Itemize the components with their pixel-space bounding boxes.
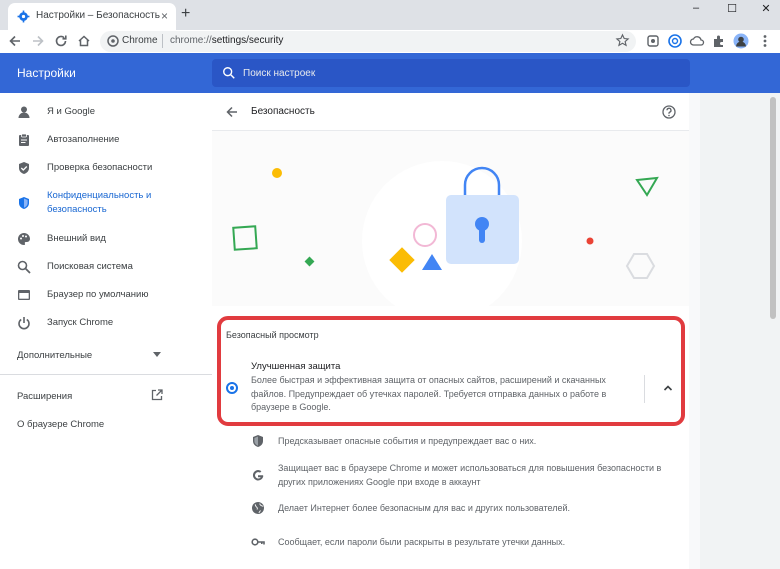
settings-gear-icon <box>17 10 30 23</box>
back-icon[interactable] <box>7 33 23 49</box>
tab-strip: Настройки – Безопасность × + – ☐ ✕ <box>0 0 780 30</box>
settings-header: Настройки <box>0 53 780 93</box>
new-tab-button[interactable]: + <box>181 5 190 23</box>
feature-item: Делает Интернет более безопасным для вас… <box>251 501 681 517</box>
power-icon <box>18 317 30 330</box>
browser-toolbar: Chrome chrome://settings/security <box>0 30 780 53</box>
feature-text: Предсказывает опасные события и предупре… <box>278 436 537 446</box>
shield-icon <box>19 197 29 209</box>
close-window-button[interactable]: ✕ <box>756 2 776 15</box>
tab-title: Настройки – Безопасность <box>36 10 160 21</box>
forward-icon[interactable] <box>30 33 46 49</box>
feature-text: Защищает вас в браузере Chrome и может и… <box>278 463 662 487</box>
settings-main: Безопасность Безопасный просмотр Улучшен… <box>212 93 700 569</box>
globe-icon <box>252 502 264 514</box>
sidebar-about-label: О браузере Chrome <box>17 419 105 430</box>
menu-icon[interactable] <box>757 33 773 49</box>
palette-icon <box>18 233 30 245</box>
security-card: Безопасность Безопасный просмотр Улучшен… <box>212 93 689 569</box>
clipboard-icon <box>19 133 29 146</box>
browser-icon <box>18 290 30 300</box>
sidebar-item-label: Внешний вид <box>47 233 106 244</box>
feature-item: Сообщает, если пароли были раскрыты в ре… <box>251 535 681 551</box>
sidebar-item-safety-check[interactable]: Проверка безопасности <box>0 161 212 175</box>
person-icon <box>18 106 30 118</box>
profile-avatar[interactable] <box>733 33 749 49</box>
feature-text: Сообщает, если пароли были раскрыты в ре… <box>278 537 566 547</box>
sidebar-item-label: Проверка безопасности <box>47 162 153 173</box>
settings-title: Настройки <box>17 66 76 80</box>
sidebar-divider <box>0 374 212 375</box>
sidebar-item-privacy-security[interactable]: Конфиденциальность и безопасность <box>0 189 212 217</box>
sidebar-item-label: Браузер по умолчанию <box>47 289 149 300</box>
back-arrow-icon[interactable] <box>225 105 239 119</box>
address-bar[interactable]: Chrome chrome://settings/security <box>100 31 636 52</box>
home-icon[interactable] <box>76 33 92 49</box>
chevron-down-icon <box>153 352 161 357</box>
search-icon <box>17 260 31 274</box>
sidebar-extensions[interactable]: Расширения <box>17 389 167 402</box>
sidebar-about-chrome[interactable]: О браузере Chrome <box>17 419 104 430</box>
sidebar-item-label: безопасность <box>47 204 107 215</box>
sidebar-item-on-startup[interactable]: Запуск Chrome <box>0 316 212 330</box>
bookmark-star-icon[interactable] <box>615 33 630 48</box>
feature-item: Защищает вас в браузере Chrome и может и… <box>251 461 681 491</box>
extensions-puzzle-icon[interactable] <box>711 33 727 49</box>
key-icon <box>251 538 265 546</box>
sidebar-item-label: Конфиденциальность и <box>47 190 152 201</box>
url-text: chrome://settings/security <box>170 35 284 46</box>
feature-text: Делает Интернет более безопасным для вас… <box>278 503 570 513</box>
sidebar-item-appearance[interactable]: Внешний вид <box>0 232 212 246</box>
google-g-icon <box>252 470 264 481</box>
reload-icon[interactable] <box>53 33 69 49</box>
page-scrollbar[interactable] <box>766 93 780 569</box>
sidebar-item-search-engine[interactable]: Поисковая система <box>0 260 212 274</box>
omnibox-separator <box>162 34 163 48</box>
sidebar-item-you-and-google[interactable]: Я и Google <box>0 105 212 119</box>
help-icon[interactable] <box>662 105 676 119</box>
site-chip-label: Chrome <box>122 35 158 46</box>
scrollbar-thumb[interactable] <box>770 97 776 319</box>
sidebar-extensions-label: Расширения <box>17 391 73 402</box>
sidebar-item-label: Я и Google <box>47 106 96 117</box>
tab-settings-security[interactable]: Настройки – Безопасность × <box>8 3 176 30</box>
sidebar-advanced-label: Дополнительные <box>17 350 93 361</box>
extension-icon[interactable] <box>645 33 661 49</box>
minimize-button[interactable]: – <box>686 2 706 14</box>
sidebar-item-default-browser[interactable]: Браузер по умолчанию <box>0 288 212 302</box>
search-input[interactable] <box>243 64 673 82</box>
sync-extension-icon[interactable] <box>667 33 683 49</box>
feature-item: Предсказывает опасные события и предупре… <box>251 434 681 450</box>
settings-sidebar: Я и Google Автозаполнение Проверка безоп… <box>0 93 212 569</box>
shield-icon <box>253 435 263 447</box>
sidebar-item-autofill[interactable]: Автозаполнение <box>0 133 212 147</box>
maximize-button[interactable]: ☐ <box>722 2 742 15</box>
tab-close-button[interactable]: × <box>161 9 168 23</box>
open-in-new-icon <box>151 389 163 401</box>
shield-check-icon <box>19 162 29 174</box>
highlight-frame <box>217 316 685 426</box>
settings-search[interactable] <box>212 59 690 87</box>
page-title: Безопасность <box>251 106 315 117</box>
cloud-icon[interactable] <box>689 33 705 49</box>
search-icon <box>223 67 235 79</box>
sidebar-item-label: Поисковая система <box>47 261 133 272</box>
sidebar-item-label: Запуск Chrome <box>47 317 114 328</box>
sidebar-advanced[interactable]: Дополнительные <box>17 350 177 361</box>
chrome-site-icon <box>107 35 119 47</box>
security-illustration <box>212 131 689 306</box>
sidebar-item-label: Автозаполнение <box>47 134 120 145</box>
